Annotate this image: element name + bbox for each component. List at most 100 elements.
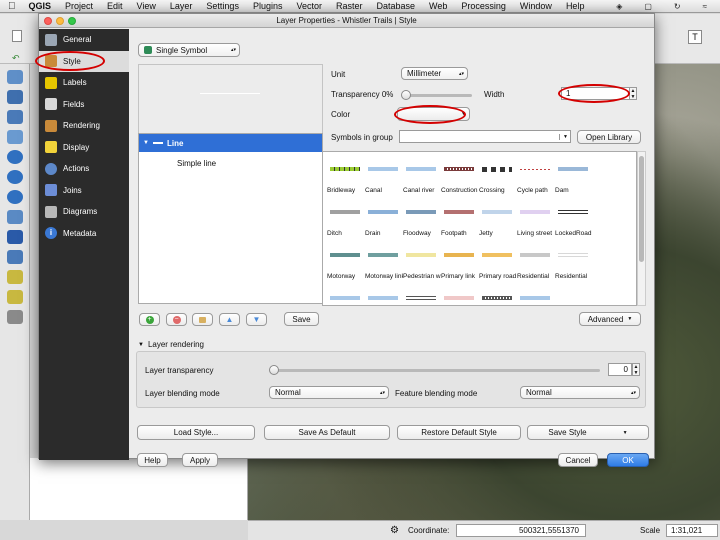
undo-icon[interactable]: ↶: [12, 54, 22, 63]
width-stepper[interactable]: ▲ ▼: [629, 87, 637, 100]
save-as-default-button[interactable]: Save As Default: [264, 425, 390, 440]
menu-web[interactable]: Web: [422, 1, 454, 11]
help-button[interactable]: Help: [137, 453, 168, 467]
symbol-item[interactable]: [365, 283, 403, 305]
menu-layer[interactable]: Layer: [163, 1, 200, 11]
render-icon[interactable]: ⚙: [390, 525, 399, 536]
text-annotation-icon[interactable]: T: [688, 30, 702, 44]
sidebar-item-actions[interactable]: Actions: [39, 158, 129, 180]
menu-settings[interactable]: Settings: [199, 1, 246, 11]
symbol-item[interactable]: Cycle path: [517, 154, 555, 194]
add-layer-icon[interactable]: [7, 250, 23, 264]
menu-vector[interactable]: Vector: [289, 1, 329, 11]
symbol-item[interactable]: [327, 283, 365, 305]
apple-menu-icon[interactable]: : [0, 1, 22, 12]
symbol-grid-scrollbar[interactable]: [637, 151, 646, 306]
add-wcs-icon[interactable]: [7, 170, 23, 184]
symbol-item[interactable]: LockedRoad: [555, 197, 593, 237]
add-wfs-icon[interactable]: [7, 190, 23, 204]
remove-symbol-layer-button[interactable]: −: [166, 313, 187, 326]
sidebar-item-general[interactable]: General: [39, 29, 129, 51]
save-symbol-button[interactable]: Save: [284, 312, 319, 326]
oracle-icon[interactable]: [7, 290, 23, 304]
sidebar-item-joins[interactable]: Joins: [39, 180, 129, 202]
symbol-item[interactable]: [441, 283, 479, 305]
symbol-item[interactable]: Pedestrian way: [403, 240, 441, 280]
apply-button[interactable]: Apply: [182, 453, 218, 467]
menu-window[interactable]: Window: [513, 1, 559, 11]
unit-select[interactable]: Millimeter: [401, 67, 468, 80]
scrollbar-thumb[interactable]: [639, 156, 644, 262]
mssql-icon[interactable]: [7, 310, 23, 324]
menu-plugins[interactable]: Plugins: [246, 1, 290, 11]
sidebar-item-rendering[interactable]: Rendering: [39, 115, 129, 137]
layer-transparency-slider[interactable]: [272, 369, 600, 372]
symbol-item[interactable]: Canal: [365, 154, 403, 194]
symbol-item[interactable]: Primary road: [479, 240, 517, 280]
sidebar-item-display[interactable]: Display: [39, 137, 129, 159]
ok-button[interactable]: OK: [607, 453, 649, 467]
sidebar-item-metadata[interactable]: i Metadata: [39, 223, 129, 245]
add-postgis-icon[interactable]: [7, 110, 23, 124]
layer-rendering-header[interactable]: ▼ Layer rendering: [138, 340, 204, 349]
layer-transparency-stepper[interactable]: ▲ ▼: [632, 363, 640, 376]
symbol-item[interactable]: Floodway: [403, 197, 441, 237]
symbol-item[interactable]: [479, 283, 517, 305]
symbol-item[interactable]: Motorway link: [365, 240, 403, 280]
add-wms-icon[interactable]: [7, 150, 23, 164]
save-style-button[interactable]: Save Style ▼: [527, 425, 649, 440]
symbol-item[interactable]: Living street: [517, 197, 555, 237]
symbol-item[interactable]: Canal river: [403, 154, 441, 194]
restore-default-style-button[interactable]: Restore Default Style: [397, 425, 521, 440]
display-icon[interactable]: ▢: [637, 2, 659, 11]
menu-view[interactable]: View: [130, 1, 163, 11]
minimize-window-button[interactable]: [56, 17, 64, 25]
expand-arrow-icon[interactable]: ▼: [143, 140, 149, 146]
symbol-item[interactable]: Crossing: [479, 154, 517, 194]
add-vector-icon[interactable]: [7, 70, 23, 84]
symbol-item[interactable]: Motorway: [327, 240, 365, 280]
cancel-button[interactable]: Cancel: [558, 453, 598, 467]
move-up-button[interactable]: ▲: [219, 313, 240, 326]
layer-blending-select[interactable]: Normal: [269, 386, 389, 399]
symbol-item[interactable]: Dam: [555, 154, 593, 194]
symbol-item[interactable]: Residential: [555, 240, 593, 280]
add-symbol-layer-button[interactable]: +: [139, 313, 160, 326]
symbol-library-grid[interactable]: Bridleway Canal Canal river Construction Cro…: [322, 151, 637, 306]
sidebar-item-labels[interactable]: Labels: [39, 72, 129, 94]
transparency-slider-knob[interactable]: [401, 90, 411, 100]
symbol-item[interactable]: Ditch: [327, 197, 365, 237]
menu-project[interactable]: Project: [58, 1, 100, 11]
sidebar-item-fields[interactable]: Fields: [39, 94, 129, 116]
lock-layer-button[interactable]: [192, 313, 213, 326]
sidebar-item-diagrams[interactable]: Diagrams: [39, 201, 129, 223]
group-combo[interactable]: ▼: [399, 130, 571, 143]
symbol-item[interactable]: Footpath: [441, 197, 479, 237]
dropbox-icon[interactable]: ◈: [609, 2, 629, 11]
dropdown-arrow-icon[interactable]: ▼: [559, 133, 568, 140]
transparency-slider[interactable]: [404, 94, 472, 97]
coordinate-field[interactable]: 500321,5551370: [456, 524, 586, 537]
symbol-item[interactable]: Bridleway: [327, 154, 365, 194]
wifi-icon[interactable]: ≈: [696, 2, 714, 11]
feature-blending-select[interactable]: Normal: [520, 386, 640, 399]
zoom-window-button[interactable]: [68, 17, 76, 25]
menu-edit[interactable]: Edit: [100, 1, 130, 11]
new-project-icon[interactable]: [12, 30, 22, 42]
sync-icon[interactable]: ↻: [667, 2, 688, 11]
close-window-button[interactable]: [44, 17, 52, 25]
tree-row-line[interactable]: ▼ Line: [139, 134, 322, 152]
symbol-item[interactable]: Construction: [441, 154, 479, 194]
move-down-button[interactable]: ▼: [246, 313, 267, 326]
layer-transparency-spinbox[interactable]: 0: [608, 363, 632, 376]
symbol-item[interactable]: Jetty: [479, 197, 517, 237]
advanced-button[interactable]: Advanced ▼: [579, 312, 641, 326]
symbol-item[interactable]: Drain: [365, 197, 403, 237]
menu-processing[interactable]: Processing: [454, 1, 513, 11]
tree-row-simple-line[interactable]: Simple line: [177, 156, 216, 170]
scale-field[interactable]: 1:31,021: [666, 524, 718, 537]
sidebar-item-style[interactable]: Style: [35, 50, 129, 72]
layer-transparency-knob[interactable]: [269, 365, 279, 375]
symbol-item[interactable]: [403, 283, 441, 305]
symbol-item[interactable]: Primary link: [441, 240, 479, 280]
